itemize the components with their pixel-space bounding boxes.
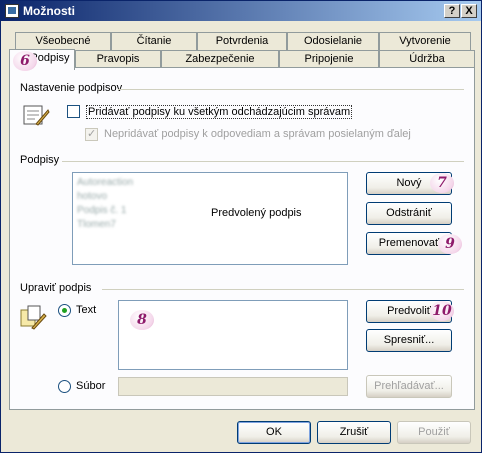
group-divider xyxy=(102,289,464,290)
list-item[interactable]: Podpis č. 1 xyxy=(77,205,126,216)
signatures-panel: Nastavenie podpisov Pridávať podpisy ku … xyxy=(9,67,475,410)
callout-badge-8: 8 xyxy=(130,310,154,330)
signature-settings-icon xyxy=(22,102,50,128)
edit-signature-icon xyxy=(20,304,48,330)
browse-button[interactable]: Prehľadávať... xyxy=(366,375,452,398)
signature-file-path[interactable] xyxy=(118,377,348,396)
remove-signature-button[interactable]: Odstrániť xyxy=(366,202,452,225)
title-bar: Možnosti ? X xyxy=(1,1,481,21)
edit-group-title: Upraviť podpis xyxy=(20,282,95,294)
file-radio-label[interactable]: Súbor xyxy=(76,380,105,392)
signature-text-box[interactable] xyxy=(118,300,348,370)
tab-pripojenie[interactable]: Pripojenie xyxy=(279,50,379,68)
close-button[interactable]: X xyxy=(461,4,477,18)
callout-badge-6: 6 xyxy=(13,51,37,71)
advanced-button[interactable]: Spresniť... xyxy=(366,329,452,352)
list-item[interactable]: Tlomen7 xyxy=(77,219,116,230)
tab-vseobecne[interactable]: Všeobecné xyxy=(15,32,111,50)
callout-badge-9: 9 xyxy=(438,234,462,254)
callout-badge-7: 7 xyxy=(430,173,454,193)
tab-potvrdenia[interactable]: Potvrdenia xyxy=(197,32,287,50)
tab-pravopis[interactable]: Pravopis xyxy=(75,50,161,68)
no-reply-signature-label: Nepridávať podpisy k odpovediam a správa… xyxy=(104,128,411,140)
list-item[interactable]: hotovo xyxy=(77,191,107,202)
apply-button[interactable]: Použiť xyxy=(397,421,471,444)
options-dialog: Možnosti ? X Všeobecné Čítanie Potvrdeni… xyxy=(0,0,482,453)
app-icon xyxy=(5,4,19,18)
add-signature-label[interactable]: Pridávať podpisy ku všetkým odchádzajúci… xyxy=(86,105,353,119)
ok-button[interactable]: OK xyxy=(237,421,311,444)
help-button[interactable]: ? xyxy=(444,4,460,18)
file-radio[interactable] xyxy=(58,380,71,393)
callout-badge-10: 10 xyxy=(430,301,454,321)
tab-odosielanie[interactable]: Odosielanie xyxy=(287,32,379,50)
tab-udrzba[interactable]: Údržba xyxy=(379,50,475,68)
text-radio[interactable] xyxy=(58,304,71,317)
signatures-list[interactable]: Autoreaction hotovo Podpis č. 1 Tlomen7 … xyxy=(72,172,348,265)
default-signature-label: Predvolený podpis xyxy=(211,207,302,219)
signatures-group-title: Podpisy xyxy=(20,154,63,166)
settings-group-title: Nastavenie podpisov xyxy=(20,82,126,94)
text-radio-label[interactable]: Text xyxy=(76,304,96,316)
tab-vytvorenie[interactable]: Vytvorenie xyxy=(379,32,471,50)
cancel-button[interactable]: Zrušiť xyxy=(317,421,391,444)
no-reply-signature-checkbox[interactable] xyxy=(85,127,98,141)
group-divider xyxy=(62,161,464,162)
tab-citanie[interactable]: Čítanie xyxy=(111,32,197,50)
add-signature-checkbox[interactable] xyxy=(67,105,80,118)
window-title: Možnosti xyxy=(23,4,75,18)
list-item[interactable]: Autoreaction xyxy=(77,177,133,188)
group-divider xyxy=(118,89,464,90)
tab-zabezpecenie[interactable]: Zabezpečenie xyxy=(161,50,279,68)
